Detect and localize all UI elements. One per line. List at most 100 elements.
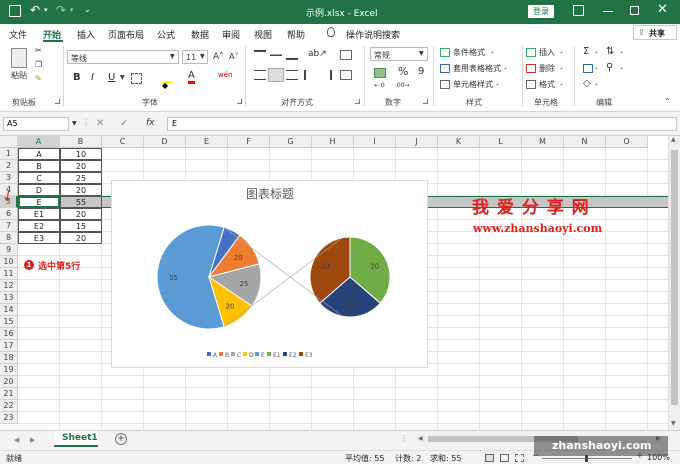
middle-align-icon[interactable] bbox=[270, 50, 282, 60]
table-cell[interactable]: 20 bbox=[60, 160, 102, 172]
dialog-launcher-icon[interactable] bbox=[423, 99, 428, 104]
page-layout-view-icon[interactable] bbox=[500, 454, 509, 462]
redo-dropdown-icon[interactable]: ▾ bbox=[70, 6, 74, 14]
chevron-down-icon[interactable]: ⌄ bbox=[490, 48, 495, 55]
tab-review[interactable]: 审阅 bbox=[222, 28, 240, 41]
column-header-i[interactable]: I bbox=[354, 136, 396, 148]
name-box[interactable]: A5 bbox=[3, 117, 69, 131]
fill-icon[interactable] bbox=[583, 64, 593, 73]
align-left-icon[interactable] bbox=[254, 70, 266, 80]
autosum-icon[interactable]: Σ bbox=[583, 46, 589, 57]
dialog-launcher-icon[interactable] bbox=[237, 99, 242, 104]
chevron-down-icon[interactable]: ⌄ bbox=[619, 48, 624, 55]
zoom-slider-thumb[interactable] bbox=[585, 455, 588, 462]
font-color-icon[interactable]: A bbox=[188, 71, 195, 84]
format-cells-button[interactable]: 格式 bbox=[539, 79, 555, 90]
row-header-10[interactable]: 10 bbox=[0, 256, 18, 268]
column-header-l[interactable]: L bbox=[480, 136, 522, 148]
underline-button[interactable]: U bbox=[108, 72, 115, 83]
font-name-box[interactable]: 等线 ▼ bbox=[67, 50, 179, 64]
column-header-j[interactable]: J bbox=[396, 136, 438, 148]
row-header-1[interactable]: 1 bbox=[0, 148, 18, 160]
clear-icon[interactable]: ◇ bbox=[583, 78, 591, 89]
conditional-format-button[interactable]: 条件格式 bbox=[453, 47, 485, 58]
copy-icon[interactable]: ❐ bbox=[35, 60, 42, 69]
sort-filter-icon[interactable]: ⇅ bbox=[606, 46, 614, 57]
tab-insert[interactable]: 插入 bbox=[77, 28, 95, 41]
add-sheet-icon[interactable]: + bbox=[115, 433, 127, 445]
dialog-launcher-icon[interactable] bbox=[55, 99, 60, 104]
select-all-corner[interactable] bbox=[0, 136, 18, 148]
row-header-2[interactable]: 2 bbox=[0, 160, 18, 172]
table-cell[interactable]: 55 bbox=[60, 196, 102, 208]
format-cells-icon[interactable] bbox=[526, 80, 536, 89]
align-center-icon[interactable] bbox=[268, 68, 284, 82]
login-button[interactable]: 登录 bbox=[528, 5, 554, 18]
page-break-view-icon[interactable] bbox=[515, 454, 524, 462]
cell-styles-button[interactable]: 单元格样式 bbox=[453, 79, 493, 90]
bottom-align-icon[interactable] bbox=[286, 50, 298, 60]
chevron-down-icon[interactable]: ⌄ bbox=[559, 80, 564, 87]
column-header-a[interactable]: A bbox=[18, 136, 60, 148]
minimize-icon[interactable] bbox=[603, 11, 613, 12]
table-cell[interactable]: D bbox=[18, 184, 60, 196]
fill-color-icon[interactable]: ◆ bbox=[162, 73, 173, 90]
normal-view-icon[interactable] bbox=[485, 454, 494, 462]
delete-cells-button[interactable]: 删除 bbox=[539, 63, 555, 74]
shrink-font-icon[interactable]: A˅ bbox=[229, 52, 238, 61]
top-align-icon[interactable] bbox=[254, 50, 266, 60]
find-select-icon[interactable]: ⚲ bbox=[606, 62, 613, 73]
column-header-e[interactable]: E bbox=[186, 136, 228, 148]
tell-me-search[interactable]: 操作说明搜索 bbox=[346, 28, 400, 41]
percent-icon[interactable]: % bbox=[398, 65, 408, 78]
pie-chart[interactable]: 图表标题 55 20 25 20 20 15 20 A B C D E E1 E2 E3 bbox=[111, 180, 428, 368]
column-header-k[interactable]: K bbox=[438, 136, 480, 148]
row-header-3[interactable]: 3 bbox=[0, 172, 18, 184]
chevron-down-icon[interactable]: ⌄ bbox=[619, 64, 624, 71]
number-format-box[interactable]: 常规 ▼ bbox=[370, 47, 428, 61]
cancel-entry-icon[interactable]: ✕ bbox=[96, 118, 104, 129]
tab-view[interactable]: 视图 bbox=[254, 28, 272, 41]
increase-indent-icon[interactable] bbox=[320, 70, 332, 80]
row-header-18[interactable]: 18 bbox=[0, 352, 18, 364]
format-painter-icon[interactable]: ✎ bbox=[35, 74, 42, 83]
font-size-box[interactable]: 11 ▼ bbox=[182, 50, 208, 64]
undo-dropdown-icon[interactable]: ▾ bbox=[44, 6, 48, 14]
currency-icon[interactable] bbox=[374, 68, 386, 78]
decrease-indent-icon[interactable] bbox=[304, 70, 316, 80]
conditional-format-icon[interactable] bbox=[440, 48, 450, 57]
column-header-f[interactable]: F bbox=[228, 136, 270, 148]
row-header-14[interactable]: 14 bbox=[0, 304, 18, 316]
chevron-down-icon[interactable]: ▼ bbox=[120, 74, 125, 81]
cut-icon[interactable]: ✂ bbox=[35, 46, 42, 55]
row-header-16[interactable]: 16 bbox=[0, 328, 18, 340]
table-cell[interactable]: E1 bbox=[18, 208, 60, 220]
tab-data[interactable]: 数据 bbox=[191, 28, 209, 41]
tab-page-layout[interactable]: 页面布局 bbox=[108, 28, 144, 41]
chart-title[interactable]: 图表标题 bbox=[246, 187, 294, 201]
tab-help[interactable]: 帮助 bbox=[287, 28, 305, 41]
table-cell[interactable]: 25 bbox=[60, 172, 102, 184]
wrap-text-icon[interactable] bbox=[340, 50, 352, 60]
chevron-down-icon[interactable]: ⌄ bbox=[594, 64, 599, 71]
table-cell[interactable]: 10 bbox=[60, 148, 102, 160]
align-right-icon[interactable] bbox=[286, 70, 298, 80]
row-header-11[interactable]: 11 bbox=[0, 268, 18, 280]
scroll-up-icon[interactable]: ▲ bbox=[671, 136, 676, 143]
row-header-8[interactable]: 8 bbox=[0, 232, 18, 244]
merge-center-icon[interactable] bbox=[340, 70, 352, 80]
column-header-c[interactable]: C bbox=[102, 136, 144, 148]
ribbon-display-icon[interactable] bbox=[573, 5, 584, 16]
chevron-down-icon[interactable]: ⌄ bbox=[594, 48, 599, 55]
table-cell[interactable]: A bbox=[18, 148, 60, 160]
format-table-icon[interactable] bbox=[440, 64, 450, 73]
formula-input[interactable]: E bbox=[167, 117, 677, 131]
column-header-m[interactable]: M bbox=[522, 136, 564, 148]
paste-icon[interactable] bbox=[11, 48, 27, 68]
scroll-left-icon[interactable]: ◀ bbox=[418, 435, 423, 442]
scroll-thumb[interactable] bbox=[671, 150, 678, 405]
phonetic-icon[interactable]: wén bbox=[218, 71, 232, 79]
row-header-17[interactable]: 17 bbox=[0, 340, 18, 352]
share-button[interactable]: ⇪ 共享 bbox=[633, 25, 677, 40]
row-header-7[interactable]: 7 bbox=[0, 220, 18, 232]
